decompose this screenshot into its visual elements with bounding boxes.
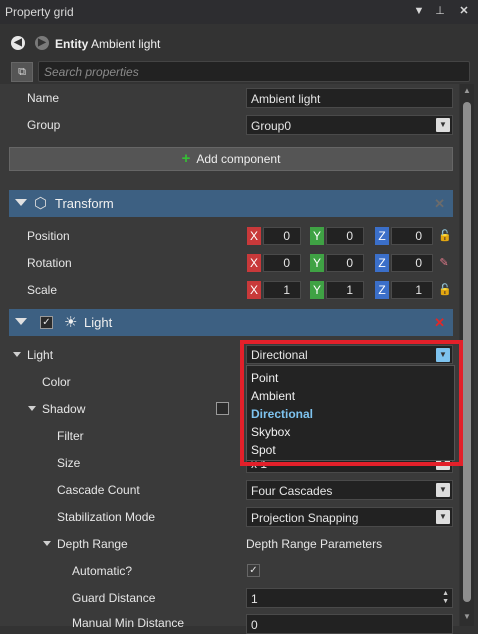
expand-triangle-icon[interactable] bbox=[28, 406, 36, 411]
rotation-z-field[interactable]: 0 bbox=[391, 254, 433, 272]
pin-icon[interactable]: ⊥ bbox=[433, 4, 447, 18]
search-scope-icon[interactable]: ⧉ bbox=[11, 62, 33, 82]
stabilization-select[interactable]: Projection Snapping ▼ bbox=[246, 507, 453, 527]
name-field[interactable]: Ambient light bbox=[246, 88, 453, 108]
x-axis-label: X bbox=[247, 281, 261, 299]
dropdown-arrow-icon[interactable]: ▼ bbox=[412, 4, 426, 18]
scale-vector: X 1 Y 1 Z 1 bbox=[247, 281, 437, 299]
back-arrow-icon[interactable]: ◀ bbox=[11, 36, 25, 50]
remove-component-icon: ✕ bbox=[434, 196, 445, 211]
automatic-checkbox[interactable]: ✓ bbox=[247, 564, 260, 577]
z-axis-label: Z bbox=[375, 227, 389, 245]
depth-range-value: Depth Range Parameters bbox=[246, 537, 383, 551]
guard-distance-field[interactable]: 1 ▲ ▼ bbox=[246, 588, 453, 608]
guard-distance-label: Guard Distance bbox=[72, 591, 156, 605]
light-section-title: Light bbox=[84, 315, 113, 330]
x-axis-label: X bbox=[247, 227, 261, 245]
rotation-y-field[interactable]: 0 bbox=[326, 254, 364, 272]
collapse-triangle-icon[interactable] bbox=[15, 199, 27, 206]
stabilization-label: Stabilization Mode bbox=[57, 510, 156, 524]
forward-arrow-icon[interactable]: ▶ bbox=[35, 36, 49, 50]
rotation-label: Rotation bbox=[27, 256, 72, 270]
z-axis-label: Z bbox=[375, 254, 389, 272]
eraser-icon[interactable]: ✎ bbox=[438, 256, 450, 270]
manual-min-distance-field[interactable]: 0 bbox=[246, 614, 453, 634]
color-label: Color bbox=[42, 375, 71, 389]
collapse-triangle-icon[interactable] bbox=[15, 318, 27, 325]
spinner-icon[interactable]: ▲ ▼ bbox=[442, 590, 449, 606]
name-label: Name bbox=[27, 91, 60, 105]
entity-header: Entity Ambient light bbox=[55, 37, 160, 51]
chevron-down-icon: ▼ bbox=[436, 510, 450, 524]
shadow-label: Shadow bbox=[42, 402, 86, 416]
position-y-field[interactable]: 0 bbox=[326, 227, 364, 245]
transform-section-header[interactable]: ⬡ Transform ✕ bbox=[9, 190, 453, 217]
rotation-vector: X 0 Y 0 Z 0 bbox=[247, 254, 437, 272]
title-bar: Property grid ▼ ⊥ ✕ bbox=[0, 0, 478, 24]
add-component-button[interactable]: + Add component bbox=[9, 147, 453, 171]
group-label: Group bbox=[27, 118, 61, 132]
scale-y-field[interactable]: 1 bbox=[326, 281, 364, 299]
scale-label: Scale bbox=[27, 283, 58, 297]
cascade-count-label: Cascade Count bbox=[57, 483, 140, 497]
z-axis-label: Z bbox=[375, 281, 389, 299]
stabilization-value: Projection Snapping bbox=[251, 511, 359, 525]
scrollbar-thumb[interactable] bbox=[463, 102, 471, 602]
y-axis-label: Y bbox=[310, 254, 324, 272]
group-value: Group0 bbox=[251, 119, 292, 133]
manual-min-distance-value: 0 bbox=[251, 618, 258, 632]
lock-icon[interactable]: 🔓 bbox=[438, 229, 452, 243]
search-input[interactable]: Search properties bbox=[38, 61, 470, 82]
enabled-checkbox[interactable]: ✓ bbox=[40, 316, 53, 329]
manual-min-distance-label: Manual Min Distance bbox=[72, 616, 185, 630]
depth-range-label: Depth Range bbox=[57, 537, 128, 551]
cascade-count-select[interactable]: Four Cascades ▼ bbox=[246, 480, 453, 500]
chevron-down-icon: ▼ bbox=[436, 118, 450, 132]
guard-distance-value: 1 bbox=[251, 592, 258, 606]
scale-z-field[interactable]: 1 bbox=[391, 281, 433, 299]
entity-type-label: Entity bbox=[55, 37, 89, 51]
plus-icon: + bbox=[181, 150, 191, 167]
window-title: Property grid bbox=[5, 5, 74, 19]
position-label: Position bbox=[27, 229, 70, 243]
chevron-down-icon: ▼ bbox=[436, 483, 450, 497]
add-component-label: Add component bbox=[196, 152, 281, 166]
y-axis-label: Y bbox=[310, 227, 324, 245]
position-x-field[interactable]: 0 bbox=[263, 227, 301, 245]
shadow-checkbox[interactable] bbox=[216, 402, 229, 415]
rotation-x-field[interactable]: 0 bbox=[263, 254, 301, 272]
scroll-up-icon[interactable]: ▲ bbox=[462, 86, 472, 95]
scale-x-field[interactable]: 1 bbox=[263, 281, 301, 299]
light-type-label: Light bbox=[27, 348, 54, 362]
search-placeholder: Search properties bbox=[44, 65, 139, 79]
expand-triangle-icon[interactable] bbox=[43, 541, 51, 546]
position-vector: X 0 Y 0 Z 0 bbox=[247, 227, 437, 245]
cascade-count-value: Four Cascades bbox=[251, 484, 333, 498]
transform-title: Transform bbox=[55, 196, 114, 211]
highlight-box bbox=[240, 340, 463, 466]
expand-triangle-icon[interactable] bbox=[13, 352, 21, 357]
size-label: Size bbox=[57, 456, 81, 470]
group-select[interactable]: Group0 ▼ bbox=[246, 115, 453, 135]
filter-label: Filter bbox=[57, 429, 84, 443]
position-z-field[interactable]: 0 bbox=[391, 227, 433, 245]
lock-icon[interactable]: 🔓 bbox=[438, 283, 452, 297]
x-axis-label: X bbox=[247, 254, 261, 272]
light-bulb-icon: ☀ bbox=[64, 314, 78, 331]
cube-icon: ⬡ bbox=[34, 195, 48, 212]
scroll-down-icon[interactable]: ▼ bbox=[462, 612, 472, 621]
remove-component-icon[interactable]: ✕ bbox=[434, 315, 445, 331]
close-icon[interactable]: ✕ bbox=[457, 4, 471, 18]
light-section-header[interactable]: ✓ ☀ Light ✕ bbox=[9, 309, 453, 336]
y-axis-label: Y bbox=[310, 281, 324, 299]
entity-name-label: Ambient light bbox=[91, 37, 161, 51]
automatic-label: Automatic? bbox=[72, 564, 133, 578]
